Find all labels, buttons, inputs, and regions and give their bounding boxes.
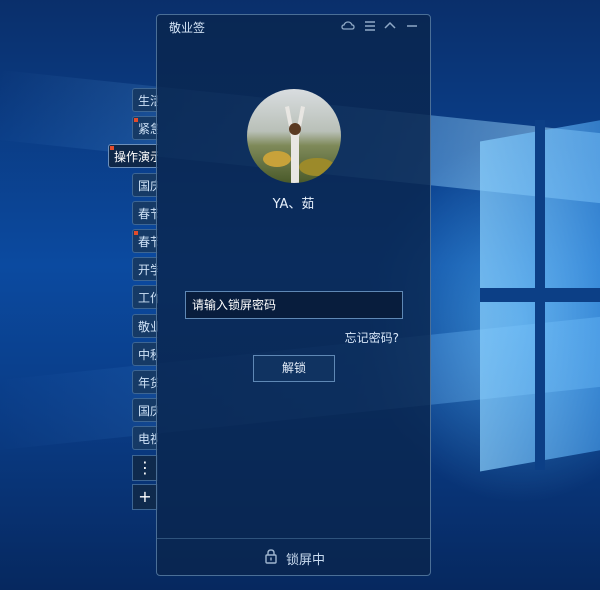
side-tab[interactable]: 敬业: [132, 314, 158, 338]
titlebar: 敬业签: [157, 15, 430, 39]
side-tab[interactable]: 开学: [132, 257, 158, 281]
side-tab[interactable]: 年货: [132, 370, 158, 394]
side-tab[interactable]: 生活: [132, 88, 158, 112]
side-tab[interactable]: 国庆: [132, 173, 158, 197]
side-tab[interactable]: 春节: [132, 229, 158, 253]
lock-window: 敬业签 YA、茹 忘记密码? 解锁 锁屏中: [156, 14, 431, 576]
app-title: 敬业签: [169, 21, 206, 35]
side-tab[interactable]: 紧急: [132, 116, 158, 140]
username: YA、茹: [272, 197, 315, 212]
avatar: [247, 89, 341, 183]
minimize-icon[interactable]: [405, 19, 419, 33]
lock-status-text: 锁屏中: [286, 553, 326, 568]
forgot-password-link[interactable]: 忘记密码?: [345, 329, 399, 346]
add-tab-button[interactable]: +: [132, 484, 158, 510]
cloud-sync-icon[interactable]: [341, 19, 355, 33]
lock-status-bar: 锁屏中: [157, 538, 430, 575]
side-tab-active[interactable]: 操作演示: [108, 144, 158, 168]
more-tabs-button[interactable]: ⋮: [132, 455, 158, 481]
side-tab[interactable]: 工作: [132, 285, 158, 309]
menu-icon[interactable]: [363, 19, 377, 33]
side-tab[interactable]: 春节: [132, 201, 158, 225]
unlock-button[interactable]: 解锁: [253, 355, 335, 382]
side-tab[interactable]: 中秋: [132, 342, 158, 366]
collapse-icon[interactable]: [383, 19, 397, 33]
lock-icon: [264, 548, 278, 564]
side-tab[interactable]: 国庆: [132, 398, 158, 422]
password-input[interactable]: [185, 291, 403, 319]
side-tab[interactable]: 电视: [132, 426, 158, 450]
